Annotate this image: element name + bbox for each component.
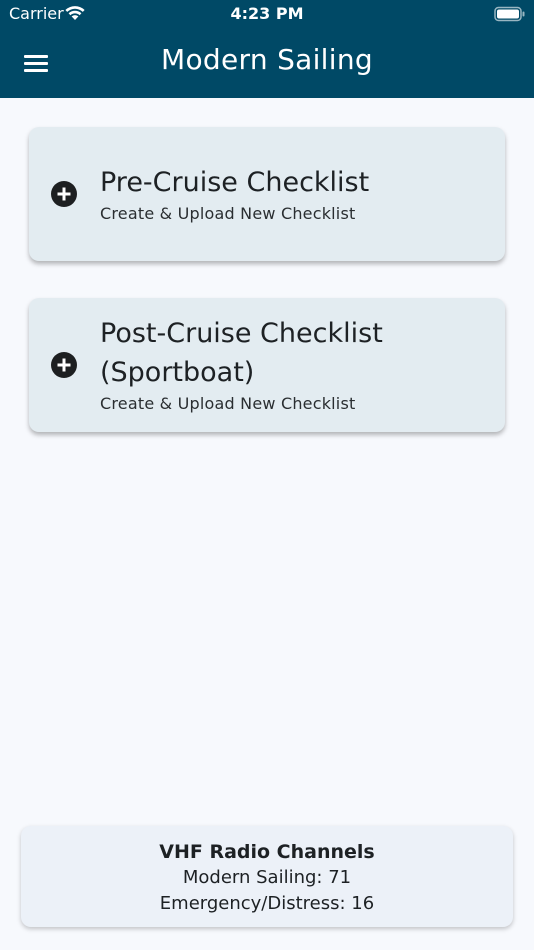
vhf-title: VHF Radio Channels [159,841,375,863]
status-bar: Carrier 4:23 PM [0,0,534,28]
status-time: 4:23 PM [230,4,304,23]
app-header: Carrier 4:23 PM Modern Sailing [0,0,534,98]
checklist-title: Pre-Cruise Checklist [100,167,370,198]
checklist-subtitle: Create & Upload New Checklist [100,204,356,223]
plus-circle-icon [51,181,77,207]
vhf-radio-channels-card: VHF Radio Channels Modern Sailing: 71 Em… [21,826,513,927]
pre-cruise-checklist-card[interactable]: Pre-Cruise Checklist Create & Upload New… [29,127,505,261]
vhf-channel-modern-sailing: Modern Sailing: 71 [182,867,352,888]
checklist-subtitle: Create & Upload New Checklist [100,394,356,413]
app-screen: Carrier 4:23 PM Modern Sailing Pre-Cruis… [0,0,534,950]
checklist-title: Post-Cruise Checklist (Sportboat) [100,318,383,388]
plus-circle-icon [51,352,77,378]
page-title: Modern Sailing [161,43,373,76]
battery-icon [494,6,525,22]
vhf-channel-emergency: Emergency/Distress: 16 [159,893,375,914]
post-cruise-checklist-card[interactable]: Post-Cruise Checklist (Sportboat) Create… [29,298,505,432]
